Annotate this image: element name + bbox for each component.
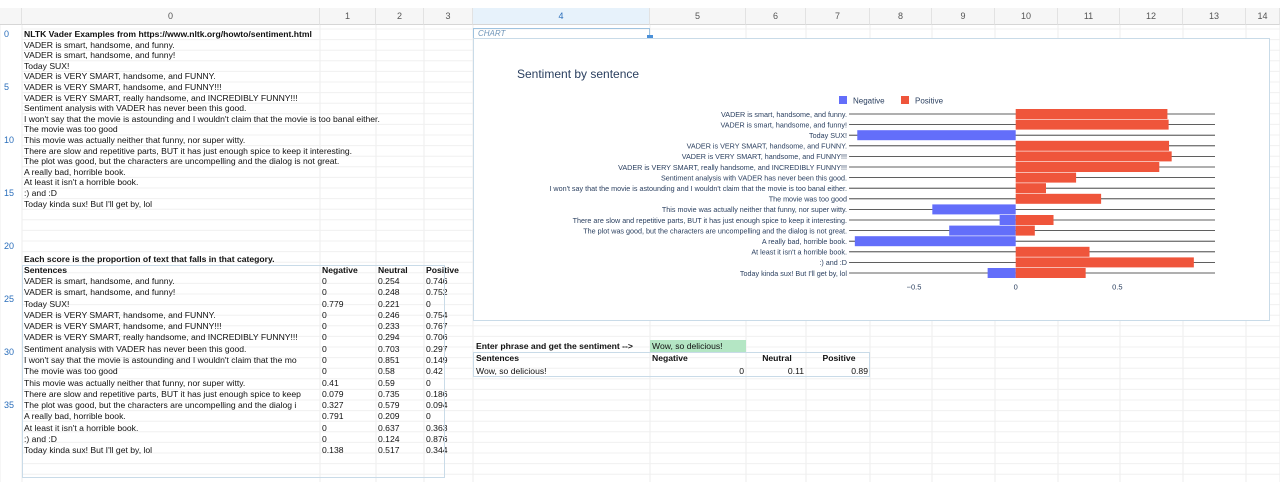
example-cell[interactable]: A really bad, horrible book. [22,167,472,178]
example-cell[interactable]: VADER is smart, handsome, and funny! [22,50,472,61]
column-header[interactable]: 7 [806,8,870,25]
phrase-input-cell[interactable]: Wow, so delicious! [650,340,746,352]
bar [1015,257,1194,268]
category-tick-label: Sentiment analysis with VADER has never … [661,173,847,182]
column-header[interactable]: 9 [932,8,995,25]
example-cell[interactable]: VADER is VERY SMART, really handsome, an… [22,93,472,104]
column-header[interactable]: 6 [746,8,806,25]
category-tick-label: I won't say that the movie is astounding… [549,184,847,193]
bar [1015,225,1035,236]
category-tick-label: A really bad, horrible book. [762,237,847,246]
column-header[interactable]: 10 [995,8,1058,25]
x-tick-label: 0 [1014,283,1018,292]
sentiment-chart: Sentiment by sentence Negative Positive VAD… [517,67,1215,292]
category-tick-label: This movie was actually neither that fun… [662,205,847,214]
legend-swatch [901,96,909,104]
column-header[interactable]: 12 [1120,8,1183,25]
example-cell[interactable]: Sentiment analysis with VADER has never … [22,103,472,114]
bar [1015,151,1172,162]
example-cell[interactable]: I won't say that the movie is astounding… [22,114,472,125]
column-header[interactable]: 14 [1246,8,1280,25]
x-tick-label: 0.5 [1112,283,1122,292]
row-header[interactable]: 20 [0,241,22,251]
column-header[interactable]: 4 [473,8,650,25]
category-tick-label: At least it isn't a horrible book. [751,248,847,257]
column-header[interactable]: 1 [320,8,376,25]
category-tick-label: Today kinda sux! But I'll get by, lol [740,269,848,278]
example-cell[interactable]: :) and :D [22,188,472,199]
score-note-cell[interactable]: Each score is the proportion of text tha… [22,254,322,265]
row-header[interactable]: 15 [0,188,22,198]
column-header[interactable]: 0 [22,8,320,25]
column-header[interactable]: 13 [1183,8,1246,25]
bar [1015,162,1160,172]
category-tick-label: The movie was too good [769,195,847,204]
bar [932,204,1016,215]
example-cell[interactable]: This movie was actually neither that fun… [22,135,472,146]
row-header[interactable]: 5 [0,82,22,92]
column-header[interactable]: 3 [424,8,473,25]
row-header[interactable]: 0 [0,29,22,39]
bar [1015,109,1168,119]
example-cell[interactable]: The movie was too good [22,124,472,135]
chart-title: Sentiment by sentence [517,67,639,81]
example-cell[interactable]: VADER is VERY SMART, handsome, and FUNNY… [22,71,472,82]
row-header[interactable]: 35 [0,400,22,410]
example-cell[interactable]: Today kinda sux! But I'll get by, lol [22,199,472,210]
chart-container[interactable]: Sentiment by sentence Negative Positive VAD… [473,38,1270,321]
column-header[interactable]: 2 [376,8,424,25]
bar [999,215,1016,225]
category-tick-label: The plot was good, but the characters ar… [583,226,847,235]
row-header[interactable]: 25 [0,294,22,304]
category-tick-label: VADER is VERY SMART, really handsome, an… [618,163,847,172]
bar [1015,183,1046,194]
row-header[interactable]: 30 [0,347,22,357]
category-tick-label: There are slow and repetitive parts, BUT… [573,216,847,225]
bar [857,130,1016,141]
title-cell[interactable]: NLTK Vader Examples from https://www.nlt… [22,29,322,40]
column-header[interactable]: 11 [1058,8,1120,25]
corner-header [0,8,22,25]
legend-label: Positive [915,97,944,106]
example-cell[interactable]: At least it isn't a horrible book. [22,177,472,188]
bar [854,236,1016,247]
example-cell[interactable]: The plot was good, but the characters ar… [22,156,472,167]
category-tick-label: VADER is VERY SMART, handsome, and FUNNY… [687,142,847,151]
column-header[interactable]: 8 [870,8,932,25]
legend-label: Negative [853,97,885,106]
result-table-border [473,352,870,377]
input-prompt-cell[interactable]: Enter phrase and get the sentiment --> [474,341,650,352]
example-cell[interactable]: VADER is VERY SMART, handsome, and FUNNY… [22,82,472,93]
bar [1015,193,1102,204]
category-tick-label: VADER is smart, handsome, and funny. [721,110,847,119]
bar [1015,268,1086,278]
example-cell[interactable]: Today SUX! [22,61,472,72]
bar [1015,246,1090,257]
example-cell[interactable]: VADER is smart, handsome, and funny. [22,40,472,51]
bar [1015,215,1054,225]
category-tick-label: :) and :D [819,258,847,267]
example-cell[interactable]: There are slow and repetitive parts, BUT… [22,146,472,157]
row-header[interactable]: 10 [0,135,22,145]
category-tick-label: Today SUX! [809,131,847,140]
bar [987,268,1016,278]
score-table-border [22,265,445,478]
bar [1015,172,1077,183]
bar [1015,119,1169,130]
category-tick-label: VADER is VERY SMART, handsome, and FUNNY… [682,152,847,161]
category-tick-label: VADER is smart, handsome, and funny! [720,120,847,129]
bar [1015,140,1170,151]
legend-swatch [839,96,847,104]
x-tick-label: −0.5 [907,283,922,292]
bar [949,225,1016,236]
column-header[interactable]: 5 [650,8,746,25]
